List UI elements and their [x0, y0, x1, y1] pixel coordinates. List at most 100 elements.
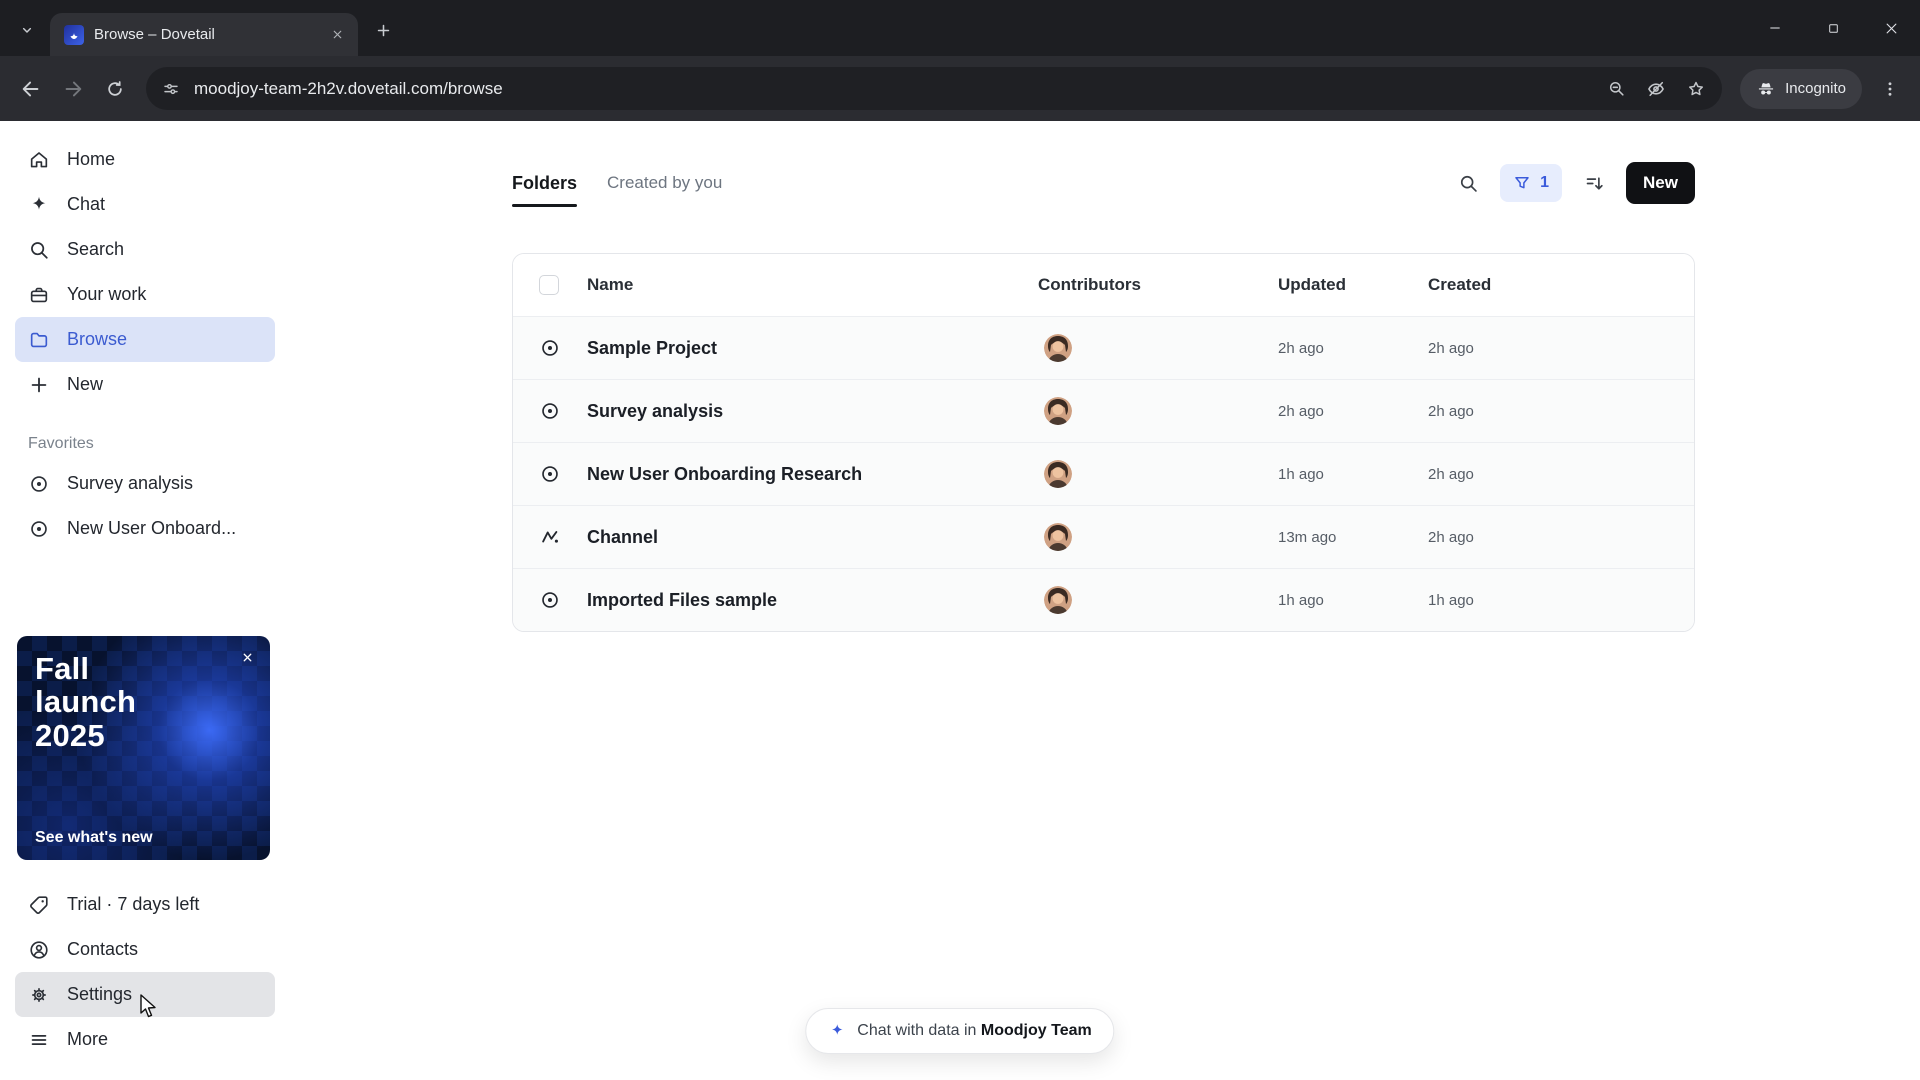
site-settings-button[interactable]: [154, 72, 188, 106]
dovetail-favicon: [64, 24, 84, 45]
table-row[interactable]: New User Onboarding Research 1h ago 2h a…: [513, 442, 1694, 505]
back-arrow-icon: [22, 81, 39, 96]
search-button[interactable]: [1448, 163, 1488, 203]
created-time: 1h ago: [1428, 591, 1474, 609]
reload-button[interactable]: [94, 68, 136, 110]
channel-icon: [542, 531, 558, 543]
promo-see-whats-new-link[interactable]: See what's new: [35, 829, 153, 847]
sidebar-item-home[interactable]: Home: [15, 137, 275, 182]
plus-icon: [377, 24, 389, 36]
sidebar-item-search[interactable]: Search: [15, 227, 275, 272]
url-bar[interactable]: moodjoy-team-2h2v.dovetail.com/browse: [146, 67, 1723, 110]
new-folder-button[interactable]: New: [1626, 162, 1695, 204]
window-maximize-button[interactable]: [1804, 0, 1862, 56]
folder-name[interactable]: Sample Project: [587, 338, 1038, 359]
contributor-avatar: [1044, 460, 1072, 488]
favorite-item-survey-analysis[interactable]: Survey analysis: [15, 461, 275, 506]
table-row[interactable]: Survey analysis 2h ago 2h ago: [513, 379, 1694, 442]
favorite-item-new-user-onboarding[interactable]: New User Onboard...: [15, 506, 275, 551]
incognito-label: Incognito: [1785, 80, 1846, 97]
tab-folders[interactable]: Folders: [512, 173, 578, 207]
sort-icon: [1586, 176, 1603, 190]
updated-time: 13m ago: [1278, 528, 1337, 546]
window-minimize-button[interactable]: [1746, 0, 1804, 56]
table-row[interactable]: Channel 13m ago 2h ago: [513, 505, 1694, 568]
sidebar-item-browse[interactable]: Browse: [15, 317, 275, 362]
chat-pill-prefix: Chat with data in: [857, 1022, 977, 1039]
forward-arrow-icon: [65, 81, 82, 96]
list-controls: 1 New: [1448, 162, 1695, 204]
app-sidebar: Home Chat Search Your work Browse New Fa…: [0, 121, 290, 1080]
gear-icon: [32, 987, 46, 1002]
favorite-item-label: Survey analysis: [67, 473, 194, 493]
url-text: moodjoy-team-2h2v.dovetail.com/browse: [194, 78, 503, 98]
forward-button[interactable]: [52, 68, 94, 110]
favorites-section-label: Favorites: [28, 435, 94, 452]
header-name[interactable]: Name: [587, 275, 1038, 295]
target-icon: [542, 340, 558, 356]
sidebar-item-settings[interactable]: Settings: [15, 972, 275, 1017]
sidebar-item-label: Your work: [67, 284, 147, 304]
browser-tab[interactable]: Browse – Dovetail: [50, 13, 358, 56]
view-tabs-row: Folders Created by you 1 New: [512, 159, 1695, 207]
sidebar-item-new[interactable]: New: [15, 362, 275, 407]
target-icon: [31, 475, 47, 492]
sparkle-icon: [32, 196, 46, 210]
tab-title: Browse – Dovetail: [94, 26, 215, 43]
new-tab-button[interactable]: [366, 13, 400, 47]
sidebar-item-your-work[interactable]: Your work: [15, 272, 275, 317]
filter-button[interactable]: 1: [1500, 164, 1563, 202]
sidebar-item-chat[interactable]: Chat: [15, 182, 275, 227]
folder-name[interactable]: New User Onboarding Research: [587, 464, 1038, 485]
sidebar-footer: Trial · 7 days left Contacts Settings Mo…: [0, 882, 290, 1062]
folders-table: Name Contributors Updated Created Sample…: [512, 253, 1695, 632]
promo-close-button[interactable]: [234, 644, 260, 670]
tab-search-button[interactable]: [10, 13, 44, 47]
table-row[interactable]: Imported Files sample 1h ago 1h ago: [513, 568, 1694, 631]
sidebar-item-label: Trial · 7 days left: [67, 894, 200, 914]
window-controls: [1746, 0, 1920, 56]
back-button[interactable]: [10, 68, 52, 110]
folder-name[interactable]: Imported Files sample: [587, 590, 1038, 611]
close-icon: [1886, 23, 1896, 33]
window-close-button[interactable]: [1862, 0, 1920, 56]
tab-created-by-you[interactable]: Created by you: [607, 173, 722, 193]
filter-funnel-icon: [1515, 177, 1529, 189]
select-all-checkbox[interactable]: [539, 275, 559, 295]
zoom-button[interactable]: [1598, 71, 1634, 107]
sort-button[interactable]: [1574, 163, 1614, 203]
incognito-icon: [1759, 82, 1774, 94]
created-time: 2h ago: [1428, 339, 1474, 357]
close-icon: [243, 653, 251, 661]
sliders-icon: [164, 83, 178, 94]
favorite-item-label: New User Onboard...: [67, 518, 237, 538]
folder-name[interactable]: Channel: [587, 527, 1038, 548]
star-icon: [1689, 81, 1704, 95]
sidebar-item-more[interactable]: More: [15, 1017, 275, 1062]
contributor-avatar: [1044, 523, 1072, 551]
contributor-avatar: [1044, 586, 1072, 614]
chat-pill-text: Chat with data in Moodjoy Team: [857, 1022, 1091, 1040]
search-icon: [1460, 175, 1477, 192]
fall-launch-promo-card[interactable]: Fall launch 2025 See what's new: [17, 636, 270, 860]
sidebar-item-label: Search: [67, 239, 125, 259]
plus-icon: [31, 377, 47, 392]
table-row[interactable]: Sample Project 2h ago 2h ago: [513, 316, 1694, 379]
sidebar-item-trial[interactable]: Trial · 7 days left: [15, 882, 275, 927]
tab-close-button[interactable]: [326, 24, 348, 46]
filter-count-badge: 1: [1540, 174, 1550, 191]
updated-time: 2h ago: [1278, 339, 1324, 357]
incognito-badge: Incognito: [1740, 68, 1862, 109]
sidebar-item-contacts[interactable]: Contacts: [15, 927, 275, 972]
header-contributors: Contributors: [1038, 275, 1141, 294]
chat-with-data-pill[interactable]: Chat with data in Moodjoy Team: [805, 1008, 1115, 1054]
target-icon: [31, 520, 47, 537]
header-created[interactable]: Created: [1428, 275, 1668, 295]
password-hidden-button[interactable]: [1638, 71, 1674, 107]
target-icon: [542, 592, 558, 608]
folder-name[interactable]: Survey analysis: [587, 401, 1038, 422]
header-updated[interactable]: Updated: [1278, 275, 1428, 295]
bookmark-button[interactable]: [1678, 71, 1714, 107]
browser-menu-button[interactable]: [1870, 69, 1910, 109]
browser-toolbar: moodjoy-team-2h2v.dovetail.com/browse In…: [0, 56, 1920, 121]
